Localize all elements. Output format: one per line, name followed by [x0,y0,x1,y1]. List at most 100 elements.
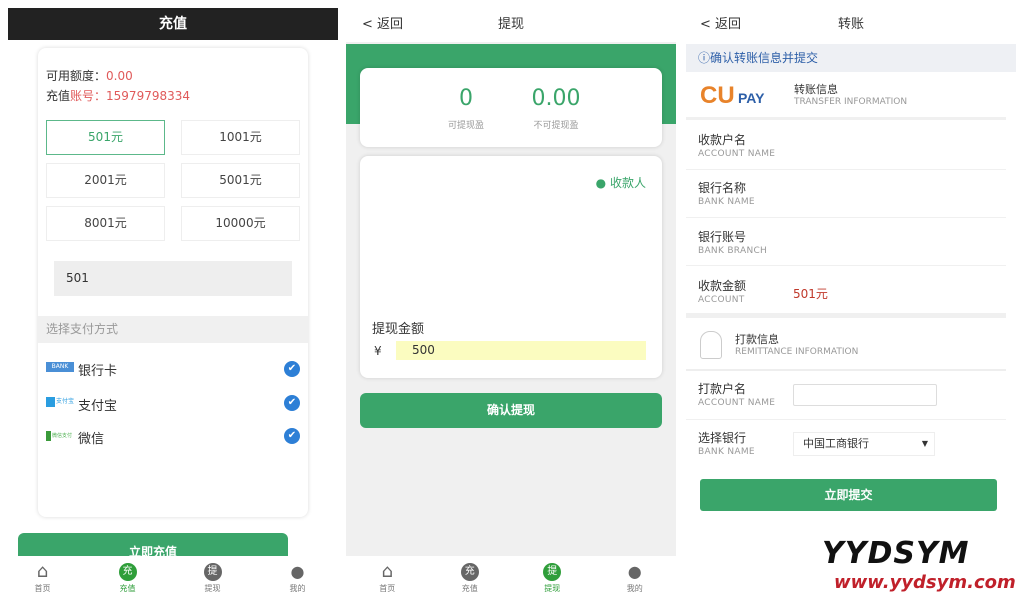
field-account-name: 收款户名 ACCOUNT NAME [686,120,1006,170]
payer-name-input[interactable] [793,384,937,406]
tab-withdraw[interactable]: 提提现 [170,556,255,602]
tab-recharge[interactable]: 充充值 [429,556,512,602]
available-label: 可提现盈 [447,121,484,131]
tab-label: 提现 [204,584,221,593]
field-sub: BANK NAME [698,447,755,457]
payment-section-header: 选择支付方式 [38,316,308,343]
nav-bar: < 返回 提现 [346,8,676,42]
cupay-logo: CU [700,82,735,109]
amount-option-501[interactable]: 501元 [46,120,165,155]
currency-symbol: ¥ [374,344,382,358]
page-title: 转账 [838,17,865,32]
field-sub: ACCOUNT NAME [698,149,776,159]
wechat-icon: 微信支付 [46,431,74,441]
tab-bar: ⌂ 首页 充充值 提提现 ● 我的 [0,556,340,602]
remittance-header: 打款信息 REMITTANCE INFORMATION [686,323,1006,371]
tab-mine[interactable]: ● 我的 [255,556,340,602]
tab-label: 我的 [626,584,643,593]
payee-label: 收款人 [609,176,646,190]
balance-card: 0 可提现盈 0.00 不可提现盈 [360,68,662,147]
remittance-title: 打款信息 [735,333,779,346]
tab-label: 提现 [544,584,561,593]
field-label: 银行名称 [698,181,747,195]
tab-recharge[interactable]: 充充值 [85,556,170,602]
field-sub: BANK BRANCH [698,246,768,256]
field-label: 收款户名 [698,133,747,147]
transfer-submit-button[interactable]: 立即提交 [700,479,997,511]
transfer-info-header: CU PAY 转账信息 TRANSFER INFORMATION [686,72,1006,120]
page-title: 提现 [497,17,524,32]
page-title: 充值 [8,8,338,40]
balance-line: 可用额度：0.00 [46,67,133,84]
confirm-withdraw-button[interactable]: 确认提现 [360,393,662,428]
watermark-url: www.yydsym.com [834,572,1016,593]
field-sub: ACCOUNT NAME [698,398,776,408]
user-icon: ● [595,176,607,190]
tab-label: 我的 [289,584,306,593]
chevron-down-icon: ▼ [921,439,928,448]
withdraw-amount-input[interactable]: 500 [396,341,646,360]
withdraw-icon: 提 [543,563,562,581]
field-label: 选择银行 [698,431,747,445]
account-line: 充值账号：15979798334 [46,87,190,104]
withdraw-screen: < 返回 提现 0 可提现盈 0.00 不可提现盈 ● 收款人 提现金额 ¥ 5… [346,0,676,602]
field-sub: ACCOUNT [698,295,745,305]
bank-icon: BANK [46,362,74,372]
amount-option-5001[interactable]: 5001元 [181,163,300,198]
withdraw-icon: 提 [203,563,222,581]
cupay-logo-pay: PAY [738,90,765,106]
payer-name-row: 打款户名 ACCOUNT NAME [686,372,1006,420]
tab-mine[interactable]: ● 我的 [594,556,677,602]
tab-home[interactable]: ⌂ 首页 [0,556,85,602]
tab-label: 首页 [379,584,396,593]
back-button[interactable]: < 返回 [700,8,741,42]
amount-option-1001[interactable]: 1001元 [181,120,300,155]
notice-bar: ⓘ确认转账信息并提交 [686,44,1016,72]
check-icon[interactable]: ✔ [284,361,300,377]
field-bank-name: 银行名称 BANK NAME [686,170,1006,218]
field-label: 收款金额 [698,279,747,293]
amount-option-2001[interactable]: 2001元 [46,163,165,198]
account-value: 15979798334 [106,89,191,103]
transfer-amount-value: 501元 [793,287,828,301]
method-wechat-label[interactable]: 微信 [78,428,104,447]
bank-select[interactable]: 中国工商银行 ▼ [793,432,935,456]
withdraw-card: ● 收款人 提现金额 ¥ 500 [360,156,662,378]
watermark-brand: YYDSYM [822,536,970,571]
tab-bar: ⌂ 首页 充充值 提提现 ● 我的 [346,556,676,602]
unavailable-label: 不可提现盈 [533,121,579,131]
amount-option-10000[interactable]: 10000元 [181,206,300,241]
available-value: 0 [459,86,473,111]
transfer-screen: < 返回 转账 ⓘ确认转账信息并提交 CU PAY 转账信息 TRANSFER … [686,0,1016,602]
bank-select-row: 选择银行 BANK NAME 中国工商银行 ▼ [686,420,1006,468]
amount-option-8001[interactable]: 8001元 [46,206,165,241]
transfer-info-title: 转账信息 [794,83,838,96]
user-icon: ● [627,562,642,581]
tab-label: 充值 [119,584,136,593]
tab-label: 充值 [461,584,478,593]
unavailable-value: 0.00 [531,86,581,111]
recharge-icon: 充 [460,563,479,581]
account-label-a: 充值 [46,89,71,103]
field-label: 打款户名 [698,382,747,396]
home-icon: ⌂ [36,561,49,582]
bank-select-value: 中国工商银行 [803,437,869,450]
check-icon[interactable]: ✔ [284,395,300,411]
payee-link[interactable]: ● 收款人 [596,174,646,191]
tab-withdraw[interactable]: 提提现 [511,556,594,602]
tab-home[interactable]: ⌂ 首页 [346,556,429,602]
transfer-info-sub: TRANSFER INFORMATION [794,97,908,107]
balance-label: 可用额度： [46,69,107,83]
balance-value: 0.00 [106,69,133,83]
amount-label: 提现金额 [372,322,425,337]
field-amount: 收款金额 ACCOUNT 501元 [686,266,1006,318]
recharge-screen: 充值 可用额度：0.00 充值账号：15979798334 501元 1001元… [0,0,340,602]
amount-input[interactable]: 501 [54,261,292,296]
home-icon: ⌂ [381,561,393,582]
check-icon[interactable]: ✔ [284,428,300,444]
method-alipay-label[interactable]: 支付宝 [78,395,117,414]
nav-bar: < 返回 转账 [686,8,1016,42]
method-bank-label[interactable]: 银行卡 [78,360,117,379]
account-label-b: 账号： [70,89,107,103]
field-sub: BANK NAME [698,197,755,207]
